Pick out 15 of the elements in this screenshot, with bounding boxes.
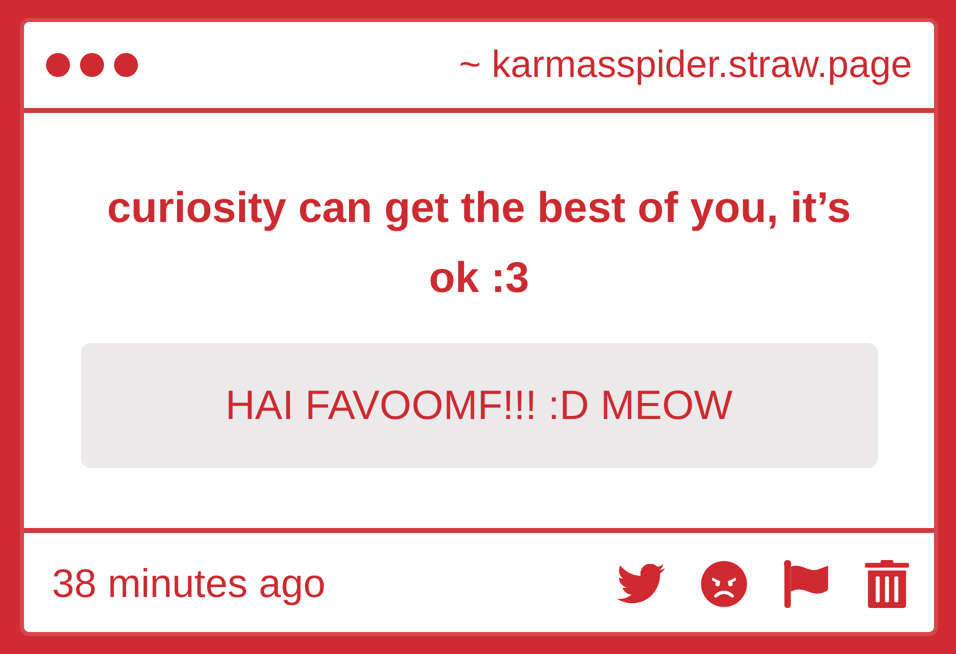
answer-text: HAI FAVOOMF!!! :D MEOW (225, 382, 733, 429)
bird-icon (617, 564, 665, 604)
window-dot-icon (114, 53, 138, 77)
bird-button[interactable] (617, 564, 665, 604)
question-text: curiosity can get the best of you, it’s ok :3 (106, 183, 852, 304)
flag-button[interactable] (783, 560, 829, 608)
url-text: ~ karmasspider.straw.page (458, 44, 912, 86)
window-dot-icon (46, 53, 70, 77)
timestamp-text: 38 minutes ago (52, 562, 326, 606)
flag-icon (783, 560, 829, 608)
trash-button[interactable] (865, 560, 909, 608)
trash-icon (865, 560, 909, 608)
angry-face-button[interactable] (701, 561, 747, 607)
angry-face-icon (701, 561, 747, 607)
window-dot-icon (80, 53, 104, 77)
